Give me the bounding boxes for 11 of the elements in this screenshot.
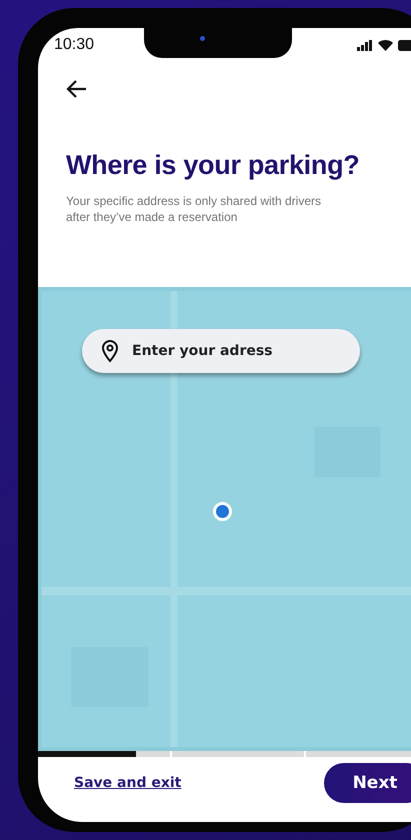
location-pin-icon	[100, 339, 120, 363]
status-time: 10:30	[54, 36, 94, 54]
save-and-exit-link[interactable]: Save and exit	[74, 774, 182, 790]
signal-icon	[357, 40, 373, 50]
address-search-field[interactable]: Enter your adress	[82, 329, 360, 373]
next-button[interactable]: Next	[324, 762, 411, 802]
camera-icon	[200, 36, 205, 41]
subtitle: Your specific address is only shared with drivers after they’ve made a reservation	[66, 193, 322, 225]
address-input[interactable]: Enter your adress	[132, 343, 342, 359]
page-title: Where is your parking?	[66, 150, 360, 181]
wifi-icon	[378, 40, 393, 50]
